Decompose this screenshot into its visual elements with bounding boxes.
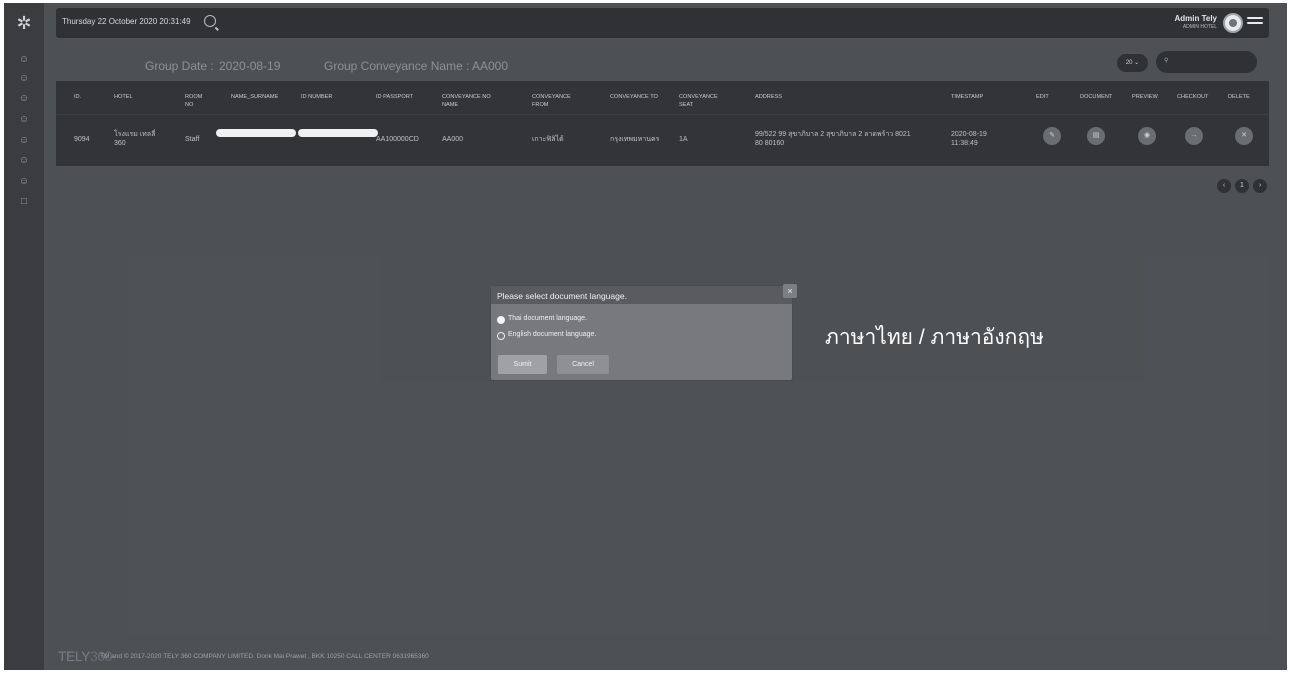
cell-timestamp: 2020-08-19 11:38:49: [951, 131, 987, 147]
app-logo-icon[interactable]: ✲: [13, 12, 35, 34]
cell-conveyance-name: AA000: [442, 136, 464, 143]
group-date-label: Group Date :: [145, 59, 214, 73]
preview-icon[interactable]: ◉: [1138, 127, 1156, 145]
column-header: DELETE: [1228, 94, 1250, 100]
users-icon[interactable]: ☺: [17, 135, 31, 147]
redacted-id-number: [298, 129, 378, 137]
group-conveyance-value: AA000: [472, 59, 509, 73]
group-conveyance-label: Group Conveyance Name :: [324, 59, 470, 73]
users-icon[interactable]: ☺: [17, 155, 31, 167]
admin-role: ADMIN HOTEL: [1182, 24, 1217, 30]
checkout-icon[interactable]: →: [1185, 127, 1203, 145]
cancel-button[interactable]: Cancel: [557, 355, 609, 374]
column-header: CONVEYANCE NO NAME: [442, 94, 491, 108]
column-header: CONVEYANCE SEAT: [679, 94, 718, 108]
current-datetime: Thursday 22 October 2020 20:31:49: [62, 17, 191, 26]
column-header: EDIT: [1036, 94, 1049, 100]
footer-logo-text: TELY: [58, 648, 90, 664]
pagination-prev-button[interactable]: ‹: [1217, 179, 1231, 193]
column-header: ROOM NO: [185, 94, 203, 108]
cell-address: 99/522 99 สุขาภิบาล 2 สุขาภิบาล 2 ลาดพร้…: [755, 131, 911, 147]
delete-icon[interactable]: ✕: [1235, 127, 1253, 145]
close-icon[interactable]: ×: [783, 284, 797, 298]
column-header: ID NUMBER: [301, 94, 333, 100]
dialog-header: Please select document language.: [491, 286, 792, 304]
language-annotation: ภาษาไทย / ภาษาอังกฤษ: [825, 326, 1044, 349]
column-header: CHECKOUT: [1177, 94, 1209, 100]
data-table: ID. HOTEL ROOM NO NAME_SURNAME ID NUMBER…: [56, 81, 1269, 166]
cell-to: กรุงเทพมหานคร: [610, 136, 660, 143]
column-header: TIMESTAMP: [951, 94, 984, 100]
users-icon[interactable]: ☺: [17, 73, 31, 85]
search-icon: ⚲: [1164, 58, 1169, 64]
page-size-select[interactable]: 20 ⌄: [1117, 54, 1148, 72]
avatar[interactable]: [1223, 13, 1243, 33]
cell-passport: AA100000CD: [376, 136, 419, 143]
admin-name: Admin Tely: [1174, 14, 1217, 23]
top-bar: Thursday 22 October 2020 20:31:49 Admin …: [56, 8, 1269, 38]
column-header: NAME_SURNAME: [231, 94, 279, 100]
search-icon[interactable]: [204, 15, 216, 27]
row-divider: [56, 114, 1269, 115]
english-language-label: English document language.: [508, 331, 597, 338]
cell-from: เกาะฟิลิได้: [532, 136, 564, 143]
clipboard-icon[interactable]: □: [17, 196, 31, 208]
radio-unchecked-icon[interactable]: [497, 332, 505, 340]
column-header: DOCUMENT: [1080, 94, 1113, 100]
column-header: ID PASSPORT: [376, 94, 414, 100]
cell-room: Staff: [185, 136, 200, 143]
cell-seat: 1A: [679, 136, 688, 143]
footer-copyright: TM and © 2017-2020 TELY 360 COMPANY LIMI…: [100, 653, 429, 660]
pagination-page-1[interactable]: 1: [1235, 179, 1249, 193]
users-icon[interactable]: ☺: [17, 114, 31, 126]
radio-checked-icon[interactable]: [497, 316, 505, 324]
language-dialog: Please select document language. Thai do…: [491, 286, 792, 380]
search-input[interactable]: ⚲: [1156, 51, 1257, 73]
users-icon[interactable]: ☺: [17, 176, 31, 188]
users-icon[interactable]: ☺: [17, 93, 31, 105]
hamburger-menu-icon[interactable]: [1247, 17, 1263, 29]
thai-language-label: Thai document language.: [508, 315, 587, 322]
users-icon[interactable]: ☺: [17, 54, 31, 66]
group-date-value: 2020-08-19: [219, 59, 281, 73]
column-header: PREVIEW: [1132, 94, 1158, 100]
pagination-next-button[interactable]: ›: [1253, 179, 1267, 193]
cell-id: 9094: [74, 136, 90, 143]
column-header: CONVEYANCE FROM: [532, 94, 571, 108]
column-header: CONVEYANCE TO: [610, 94, 658, 100]
column-header: ADDRESS: [755, 94, 783, 100]
column-header: HOTEL: [114, 94, 133, 100]
column-header: ID.: [74, 94, 82, 100]
document-icon[interactable]: ▤: [1087, 127, 1105, 145]
dialog-title: Please select document language.: [497, 291, 627, 301]
redacted-name: [216, 129, 296, 137]
edit-icon[interactable]: ✎: [1043, 127, 1061, 145]
cell-hotel: โรงแรม เทลลี่ 360: [114, 131, 156, 147]
submit-button[interactable]: Sumit: [498, 355, 547, 374]
sidebar: ✲ ☺ ☺ ☺ ☺ ☺ ☺ ☺ □: [4, 3, 44, 670]
